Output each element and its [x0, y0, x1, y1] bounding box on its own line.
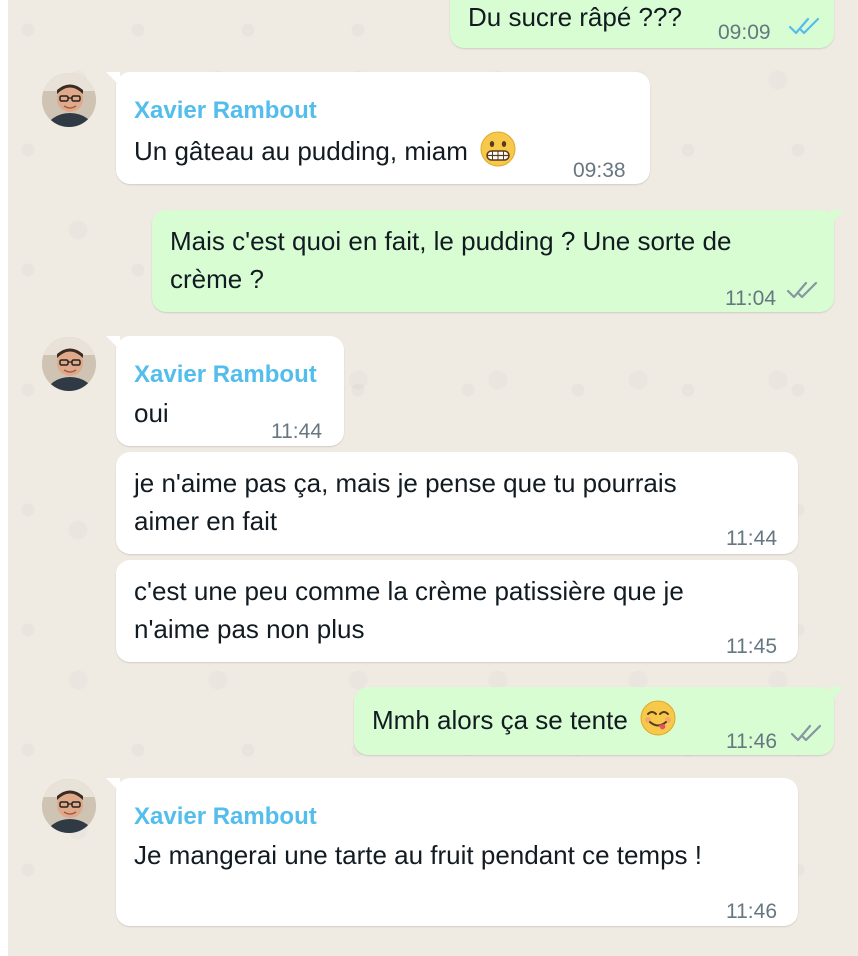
message-incoming[interactable]: Xavier Rambout oui 11:44	[106, 336, 344, 446]
bubble-tail	[830, 687, 844, 701]
message-text-content: Mmh alors ça se tente	[372, 705, 628, 735]
avatar[interactable]	[42, 73, 96, 127]
message-timestamp: 09:09	[718, 21, 771, 44]
message-text-line-2: aimer en fait	[134, 506, 278, 536]
message-text: Du sucre râpé ???	[468, 2, 682, 32]
message-timestamp: 11:44	[271, 420, 322, 443]
contact-photo-icon	[42, 73, 96, 127]
message-outgoing[interactable]: Mais c'est quoi en fait, le pudding ? Un…	[152, 210, 844, 312]
contact-photo-icon	[42, 779, 96, 833]
message-timestamp: 11:46	[726, 730, 777, 753]
message-incoming[interactable]: je n'aime pas ça, mais je pense que tu p…	[116, 452, 798, 554]
message-timestamp: 11:45	[726, 635, 777, 658]
contact-photo-icon	[42, 337, 96, 391]
message-outgoing[interactable]: Mmh alors ça se tente 11:46	[354, 687, 844, 755]
message-text: oui	[134, 398, 169, 428]
message-text-content: Un gâteau au pudding, miam	[134, 136, 468, 166]
message-outgoing[interactable]: Du sucre râpé ??? 09:09	[450, 0, 834, 48]
message-timestamp: 11:44	[726, 527, 777, 550]
message-text-line-2: n'aime pas non plus	[134, 614, 365, 644]
message-incoming[interactable]: Xavier Rambout Un gâteau au pudding, mia…	[106, 72, 650, 184]
avatar[interactable]	[42, 337, 96, 391]
chat-conversation: Du sucre râpé ??? 09:09 Xavier Rambout U…	[8, 0, 858, 956]
sender-name: Xavier Rambout	[134, 361, 317, 388]
message-text: Mmh alors ça se tente	[372, 699, 677, 739]
message-text: Je mangerai une tarte au fruit pendant c…	[134, 840, 703, 870]
bubble-tail	[106, 778, 120, 792]
message-text-line-1: je n'aime pas ça, mais je pense que tu p…	[134, 468, 677, 498]
double-check-blue-icon	[788, 17, 820, 35]
bubble-tail	[106, 336, 120, 350]
message-incoming[interactable]: c'est une peu comme la crème patissière …	[116, 560, 798, 662]
message-text-line-1: Mais c'est quoi en fait, le pudding ? Un…	[170, 226, 732, 256]
avatar[interactable]	[42, 779, 96, 833]
message-timestamp: 11:46	[726, 900, 777, 923]
double-check-grey-icon	[790, 724, 822, 742]
bubble-tail	[830, 210, 844, 224]
message-text-line-2: crème ?	[170, 264, 264, 294]
double-check-grey-icon	[786, 281, 818, 299]
bubble-tail	[106, 72, 120, 86]
message-incoming[interactable]: Xavier Rambout Je mangerai une tarte au …	[106, 778, 798, 926]
message-text-line-1: c'est une peu comme la crème patissière …	[134, 576, 684, 606]
message-timestamp: 11:04	[725, 287, 776, 310]
grimacing-face-icon	[480, 131, 516, 167]
sender-name: Xavier Rambout	[134, 803, 317, 830]
sender-name: Xavier Rambout	[134, 97, 317, 124]
message-text: Un gâteau au pudding, miam	[134, 130, 517, 170]
face-savoring-food-icon	[640, 700, 676, 736]
message-timestamp: 09:38	[573, 159, 626, 182]
